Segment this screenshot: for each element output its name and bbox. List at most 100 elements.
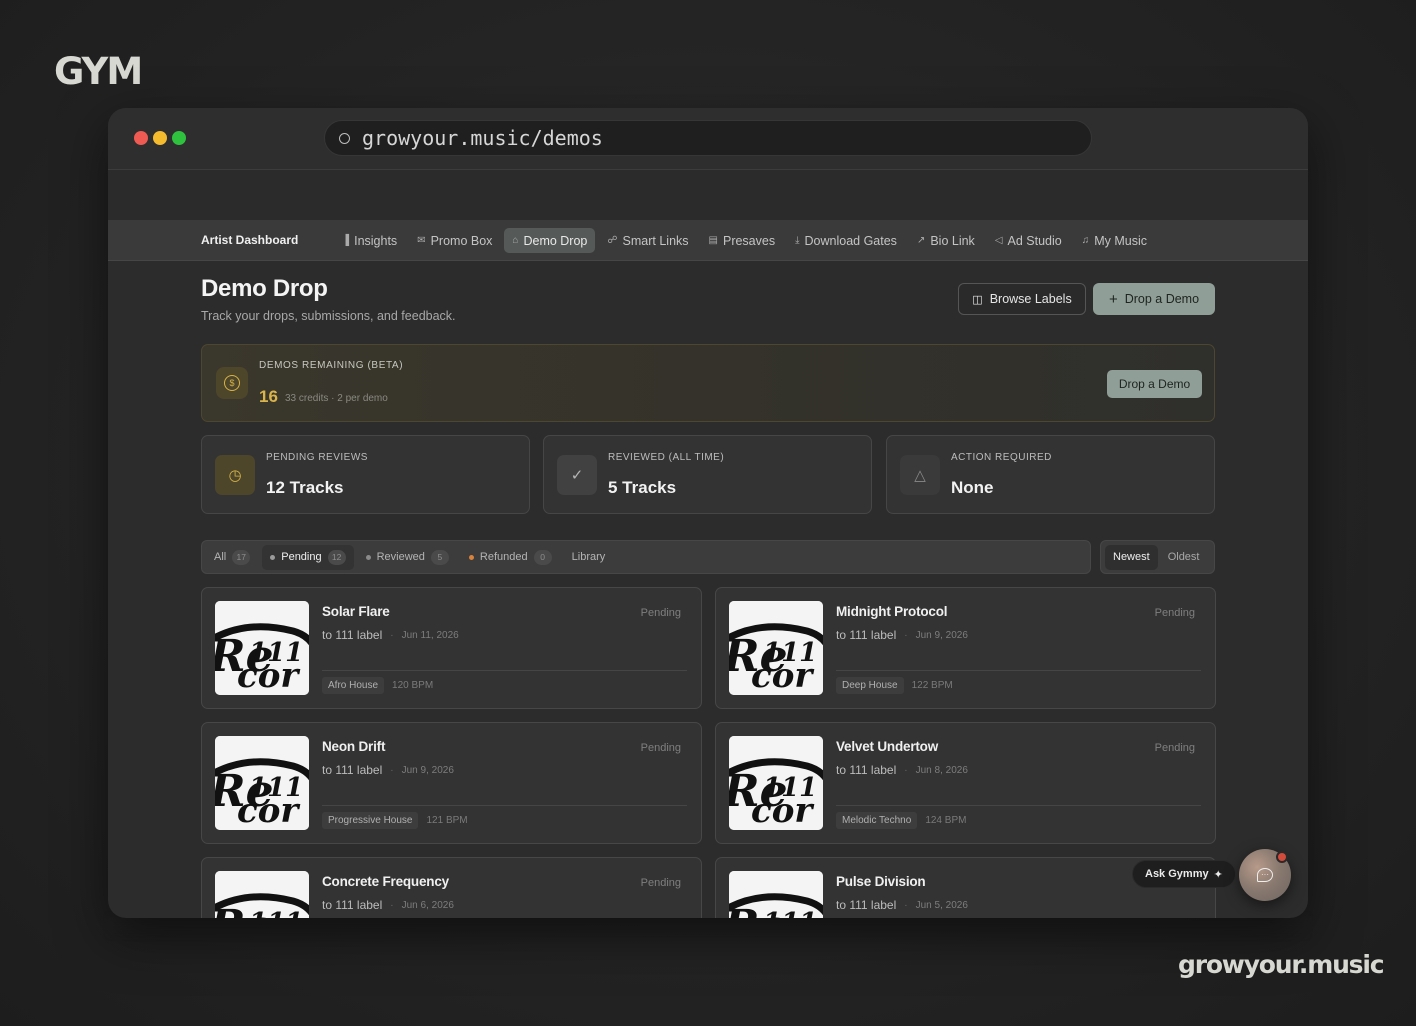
filter-count: 0: [533, 549, 552, 565]
status-badge: Pending: [1154, 742, 1195, 754]
svg-text:cor: cor: [751, 791, 814, 830]
credits-detail: 33 credits · 2 per demo: [285, 393, 388, 404]
stat-label: ACTION REQUIRED: [951, 452, 1052, 463]
sort-oldest[interactable]: Oldest: [1160, 545, 1208, 570]
separator: ·: [904, 764, 908, 776]
track-card[interactable]: Re 111 cor Velvet Undertow Pending to 111 lab…: [715, 722, 1216, 844]
track-date: Jun 5, 2026: [915, 899, 968, 911]
filter-pending[interactable]: Pending 12: [262, 544, 354, 570]
track-card[interactable]: Re 111 cor Solar Flare Pending to 111 label · J…: [201, 587, 702, 709]
track-card[interactable]: Re 111 cor Neon Drift Pending to 111 label · Ju…: [201, 722, 702, 844]
cover-art: Re111cor: [215, 871, 309, 918]
stat-value: None: [951, 478, 994, 497]
separator: ·: [390, 764, 394, 776]
svg-text:cor: cor: [751, 656, 814, 695]
tab-my-music[interactable]: ♫ My Music: [1074, 228, 1155, 253]
genre-tag: Deep House: [836, 677, 904, 694]
minimize-dot[interactable]: [153, 131, 167, 145]
browse-labels-button[interactable]: ◫ Browse Labels: [958, 283, 1086, 315]
filter-all[interactable]: All 17: [206, 545, 258, 570]
cover-art: Re111cor: [729, 871, 823, 918]
track-tags: Melodic Techno 124 BPM: [836, 812, 966, 829]
close-dot[interactable]: [134, 131, 148, 145]
tab-ad-studio[interactable]: ◁ Ad Studio: [987, 228, 1070, 253]
track-date: Jun 11, 2026: [401, 629, 459, 641]
track-title: Velvet Undertow: [836, 739, 939, 754]
genre-tag: Afro House: [322, 677, 385, 694]
svg-text:111: 111: [763, 908, 817, 918]
separator: ·: [904, 899, 908, 911]
track-date: Jun 6, 2026: [401, 899, 454, 911]
stat-label: PENDING REVIEWS: [266, 452, 368, 463]
ask-gymmy-button[interactable]: Ask Gymmy ✦: [1132, 860, 1236, 888]
globe-icon: [339, 132, 350, 144]
stat-reviewed: ✓ REVIEWED (ALL TIME) 5 Tracks: [543, 435, 872, 514]
main-content: Demo Drop Track your drops, submissions,…: [108, 261, 1308, 918]
track-label: to 111 label: [836, 628, 897, 642]
filter-reviewed[interactable]: Reviewed 5: [358, 545, 457, 570]
credits-label: DEMOS REMAINING (BETA): [259, 360, 404, 371]
tab-demo-drop[interactable]: ⌂ Demo Drop: [504, 228, 596, 253]
bpm-value: 121 BPM: [426, 815, 468, 826]
filter-library[interactable]: Library: [564, 545, 614, 570]
browser-titlebar: growyour.music/demos: [108, 108, 1308, 170]
bpm-value: 124 BPM: [925, 815, 967, 826]
address-bar[interactable]: growyour.music/demos: [324, 120, 1092, 156]
stat-value: 12 Tracks: [266, 478, 344, 497]
svg-text:cor: cor: [237, 791, 300, 830]
track-date: Jun 9, 2026: [401, 764, 454, 776]
status-badge: Pending: [640, 742, 681, 754]
clock-icon: ◷: [215, 455, 255, 495]
track-title: Solar Flare: [322, 604, 390, 619]
track-date: Jun 9, 2026: [915, 629, 968, 641]
separator: ·: [390, 899, 394, 911]
tab-smart-links[interactable]: ☍ Smart Links: [599, 228, 696, 253]
external-icon: ↗: [916, 235, 926, 246]
sparkle-icon: ✦: [1213, 868, 1223, 881]
credits-drop-demo-button[interactable]: Drop a Demo: [1107, 370, 1202, 398]
genre-tag: Melodic Techno: [836, 812, 918, 829]
filter-refunded[interactable]: Refunded 0: [461, 545, 560, 570]
separator: ·: [904, 629, 908, 641]
mail-icon: ✉: [417, 235, 426, 246]
maximize-dot[interactable]: [172, 131, 186, 145]
tab-bio-link[interactable]: ↗ Bio Link: [909, 228, 983, 253]
megaphone-icon: ◁: [994, 235, 1003, 246]
status-badge: Pending: [640, 607, 681, 619]
drop-demo-button[interactable]: + Drop a Demo: [1093, 283, 1215, 315]
page-subtitle: Track your drops, submissions, and feedb…: [201, 309, 456, 323]
page-title: Demo Drop: [201, 275, 328, 302]
track-meta: to 111 label · Jun 8, 2026: [836, 763, 968, 777]
nav-brand[interactable]: Artist Dashboard: [201, 233, 298, 247]
genre-tag: Progressive House: [322, 812, 419, 829]
status-dot: [365, 554, 371, 560]
tab-download-gates[interactable]: ⤓ Download Gates: [787, 228, 905, 253]
divider: [322, 805, 687, 806]
tab-presaves[interactable]: ▤ Presaves: [701, 228, 784, 253]
filter-count: 5: [430, 549, 449, 565]
svg-text:cor: cor: [237, 656, 300, 695]
tab-insights[interactable]: ▐ Insights: [334, 228, 405, 253]
track-tags: Deep House 122 BPM: [836, 677, 953, 694]
track-title: Midnight Protocol: [836, 604, 948, 619]
calendar-icon: ▤: [708, 235, 718, 246]
stat-value: 5 Tracks: [608, 478, 677, 497]
cover-art: Re111cor: [729, 601, 823, 695]
track-title: Pulse Division: [836, 874, 926, 889]
gym-logo: GYM: [54, 50, 143, 93]
track-meta: to 111 label · Jun 11, 2026: [322, 628, 459, 642]
track-label: to 111 label: [836, 763, 897, 777]
credits-card: $ DEMOS REMAINING (BETA) 16 33 credits ·…: [201, 344, 1215, 422]
track-card[interactable]: Re 111 cor Midnight Protocol Pending to 111 l…: [715, 587, 1216, 709]
filter-count: 17: [232, 549, 251, 565]
home-icon: ⌂: [512, 235, 519, 246]
stat-action-required: △ ACTION REQUIRED None: [886, 435, 1215, 514]
track-label: to 111 label: [322, 628, 383, 642]
track-card[interactable]: Re111cor Concrete Frequency Pending to 111 …: [201, 857, 702, 918]
chat-icon: ···: [1257, 868, 1273, 882]
sort-newest[interactable]: Newest: [1105, 544, 1158, 570]
coin-icon: $: [216, 367, 248, 399]
footer-logo: growyour.music: [1178, 950, 1385, 979]
nav-tabs: ▐ Insights ✉ Promo Box ⌂ Demo Drop ☍ Smart Link…: [334, 228, 1155, 253]
tab-promo-box[interactable]: ✉ Promo Box: [409, 228, 500, 253]
